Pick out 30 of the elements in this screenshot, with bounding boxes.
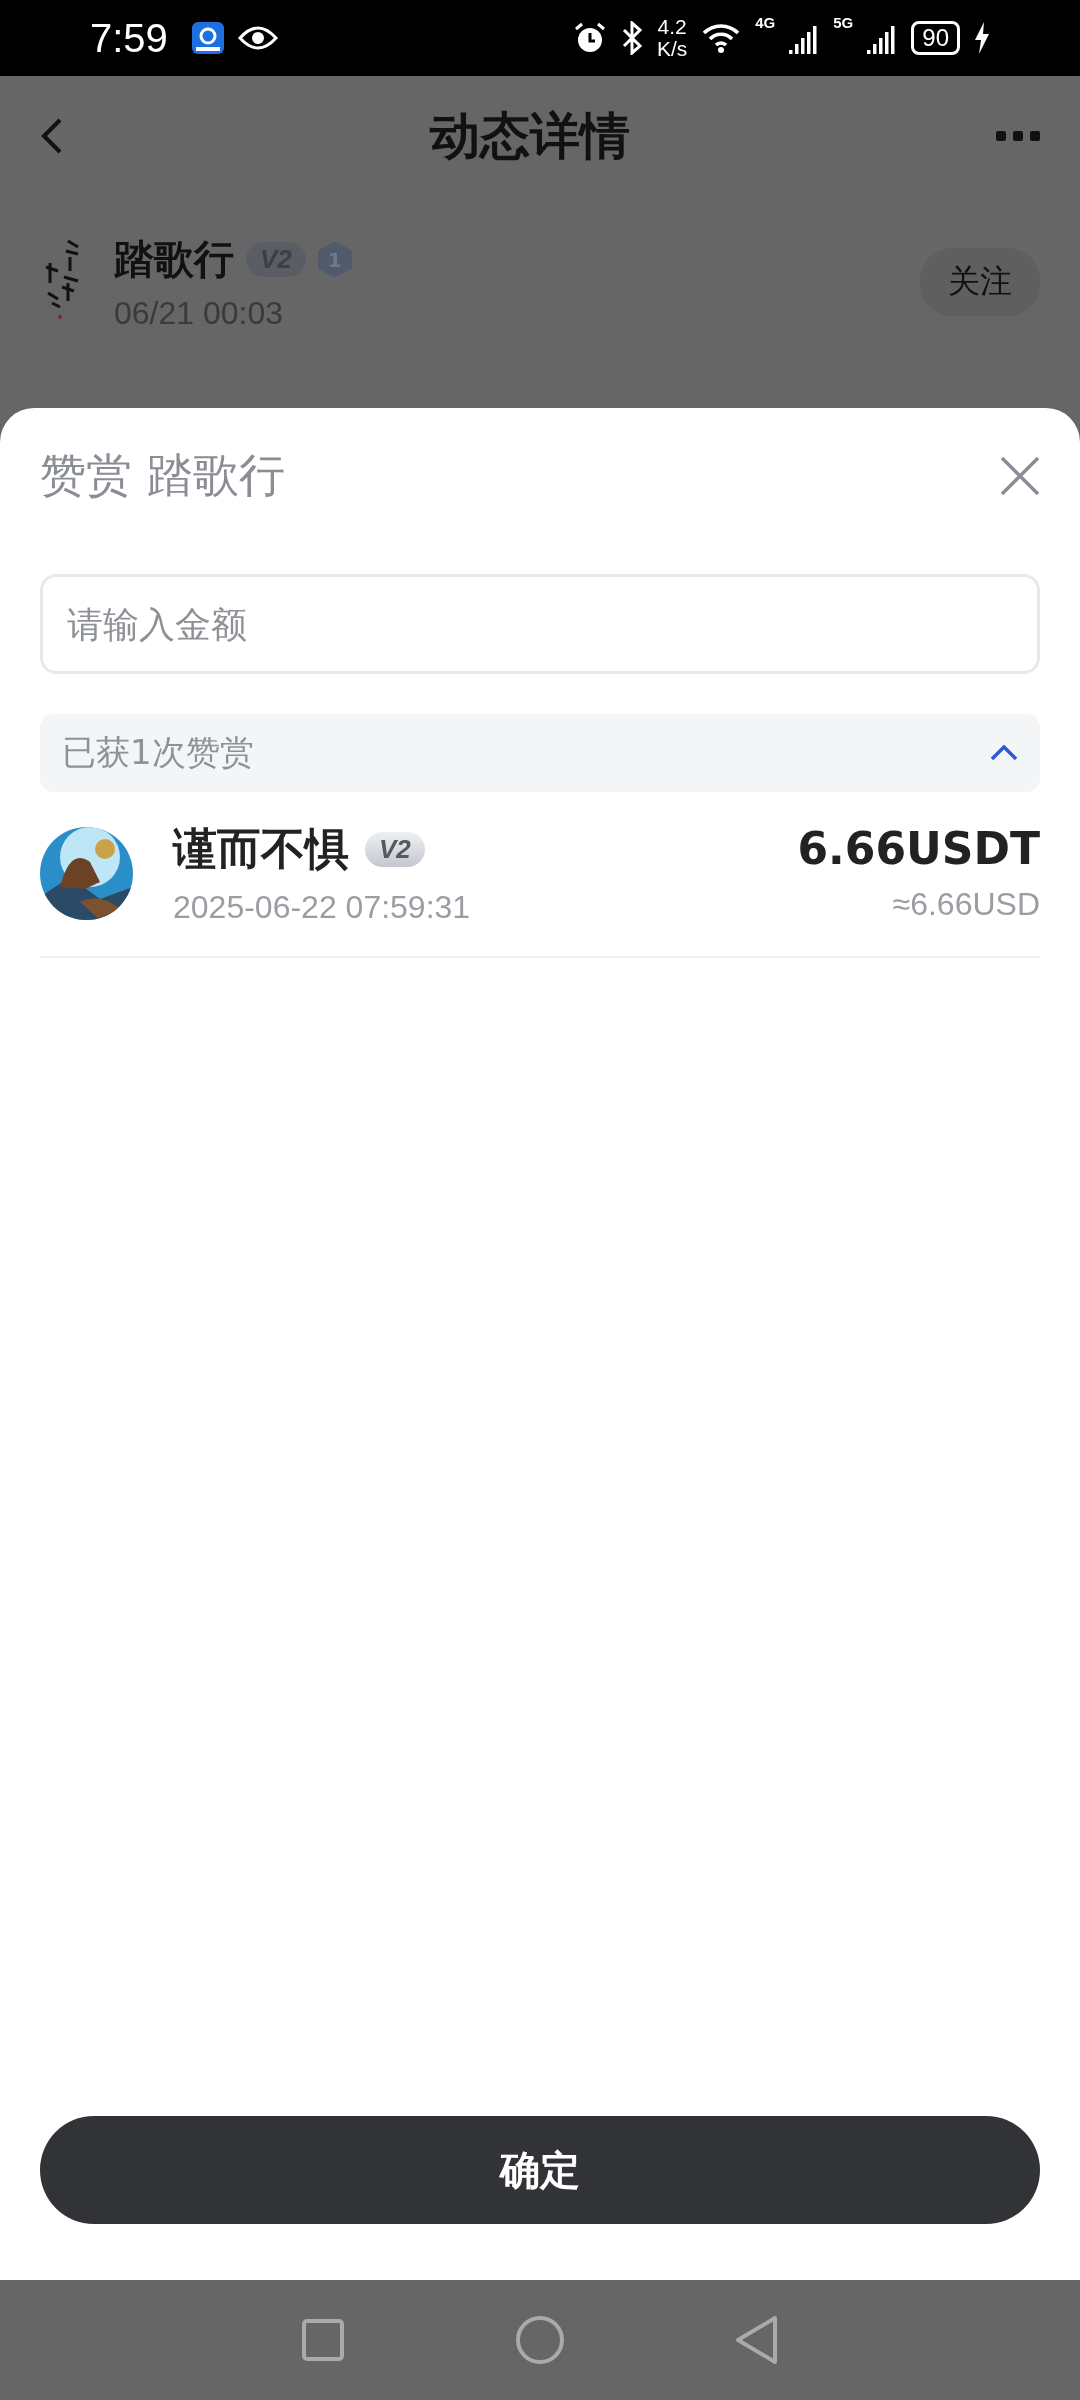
amount-field[interactable]: 请输入金额 bbox=[40, 574, 1040, 674]
confirm-button[interactable]: 确定 bbox=[40, 2116, 1040, 2224]
more-icon[interactable] bbox=[996, 131, 1040, 141]
tip-amount: 6.66USDT bbox=[797, 823, 1040, 874]
chevron-up-icon bbox=[990, 745, 1018, 761]
eye-icon bbox=[237, 24, 278, 52]
back-icon[interactable] bbox=[40, 116, 64, 156]
sheet-title: 赞赏 踏歌行 bbox=[40, 447, 285, 504]
wifi-icon bbox=[701, 22, 742, 54]
bluetooth-icon bbox=[620, 21, 643, 55]
tipper-name: 谨而不惧 bbox=[173, 822, 349, 876]
level-badge: V2 bbox=[365, 832, 425, 867]
tip-time: 2025-06-22 07:59:31 bbox=[173, 889, 472, 926]
back-icon[interactable] bbox=[735, 2315, 779, 2365]
rewards-summary[interactable]: 已获1次赞赏 bbox=[40, 714, 1040, 792]
network-type: 5G bbox=[833, 14, 854, 31]
battery-level: 90 bbox=[911, 21, 960, 55]
network-speed: 4.2 K/s bbox=[656, 16, 688, 60]
app-icon bbox=[191, 22, 224, 54]
page-title: 动态详情 bbox=[430, 105, 630, 167]
charging-icon bbox=[974, 22, 990, 54]
home-icon[interactable] bbox=[515, 2315, 565, 2365]
alarm-icon bbox=[572, 21, 607, 55]
network-type: 4G bbox=[755, 14, 776, 31]
author-name: 踏歌行 bbox=[114, 235, 234, 284]
close-icon[interactable] bbox=[1000, 456, 1040, 496]
clock-time: 7:59 bbox=[90, 15, 168, 61]
usd-equivalent: ≈6.66USD bbox=[892, 886, 1040, 923]
recents-icon[interactable] bbox=[301, 2318, 345, 2362]
follow-button[interactable]: 关注 bbox=[920, 248, 1040, 316]
